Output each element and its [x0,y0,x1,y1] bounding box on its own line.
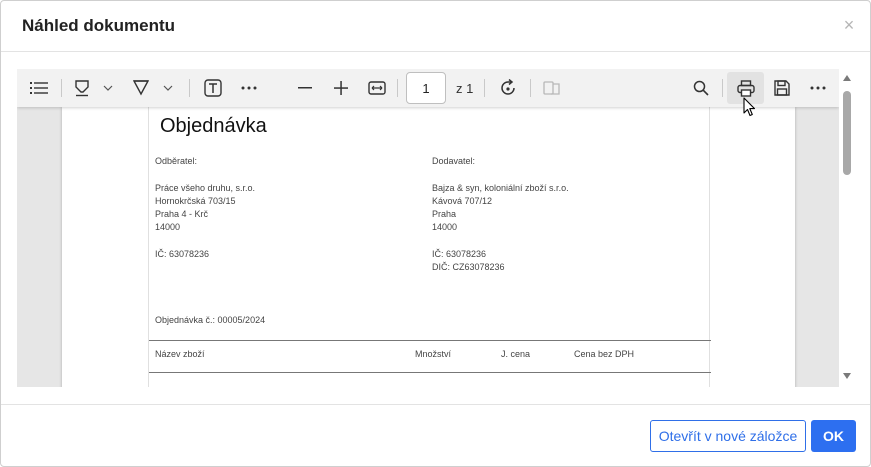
rotate-icon[interactable] [497,76,519,100]
order-number: Objednávka č.: 00005/2024 [155,315,266,325]
zoom-out-icon[interactable] [295,76,315,100]
pdf-toolbar: z 1 [17,69,839,107]
more-icon[interactable] [808,76,828,100]
page-count-label: z 1 [456,81,474,96]
toolbar-separator [484,79,485,97]
buyer-city: Praha 4 - Krč [155,209,209,219]
close-icon[interactable]: × [841,15,857,35]
toolbar-separator [722,79,723,97]
scrollbar-thumb[interactable] [843,91,851,175]
pdf-content: Objednávka Odběratel: Práce všeho druhu,… [148,107,711,387]
pdf-viewer: z 1 Ob [17,69,839,387]
dialog-header: Náhled dokumentu × [1,1,870,52]
pdf-page: Objednávka Odběratel: Práce všeho druhu,… [62,107,795,387]
toolbar-separator [189,79,190,97]
column-header-quantity: Množství [415,349,452,359]
document-title: Objednávka [160,115,267,137]
chevron-down-icon[interactable] [162,76,174,100]
page-view-icon [541,76,563,100]
ok-button[interactable]: OK [811,420,856,452]
dialog-footer: Otevřít v nové záložce OK [1,404,870,467]
supplier-label: Dodavatel: [432,156,476,166]
scroll-up-arrow-icon[interactable] [843,75,851,81]
fit-width-icon[interactable] [366,76,388,100]
scroll-down-arrow-icon[interactable] [843,373,851,379]
supplier-street: Kávová 707/12 [432,196,493,206]
more-icon[interactable] [239,76,259,100]
toolbar-separator [61,79,62,97]
buyer-ic: IČ: 63078236 [155,249,210,259]
column-header-unit-price: J. cena [501,349,531,359]
column-header-price-excl-vat: Cena bez DPH [574,349,635,359]
highlight-icon[interactable] [73,76,91,100]
buyer-zip: 14000 [155,222,181,232]
column-header-product: Název zboží [155,349,205,359]
list-icon[interactable] [29,76,49,100]
viewer-scrollbar[interactable] [841,69,855,387]
save-icon[interactable] [771,76,793,100]
supplier-city: Praha [432,209,457,219]
chevron-down-icon[interactable] [102,76,114,100]
text-icon[interactable] [203,76,223,100]
supplier-zip: 14000 [432,222,458,232]
buyer-label: Odběratel: [155,156,198,166]
open-in-new-tab-button[interactable]: Otevřít v nové záložce [650,420,806,452]
document-preview-dialog: Náhled dokumentu × 1 z 1 Objednávka Odbě… [0,0,871,467]
buyer-name: Práce všeho druhu, s.r.o. [155,183,256,193]
supplier-dic: DIČ: CZ63078236 [432,262,505,272]
table-top-rule [149,340,711,341]
search-icon[interactable] [690,76,712,100]
toolbar-separator [397,79,398,97]
dialog-title: Náhled dokumentu [22,16,176,35]
zoom-in-icon[interactable] [331,76,351,100]
buyer-street: Hornokrčská 703/15 [155,196,236,206]
table-header-rule [149,372,711,373]
mouse-cursor-icon [743,97,756,122]
page-number-input[interactable] [406,72,446,104]
toolbar-separator [530,79,531,97]
supplier-name: Bajza & syn, koloniální zboží s.r.o. [432,183,569,193]
draw-icon[interactable] [132,76,150,100]
supplier-ic: IČ: 63078236 [432,249,487,259]
